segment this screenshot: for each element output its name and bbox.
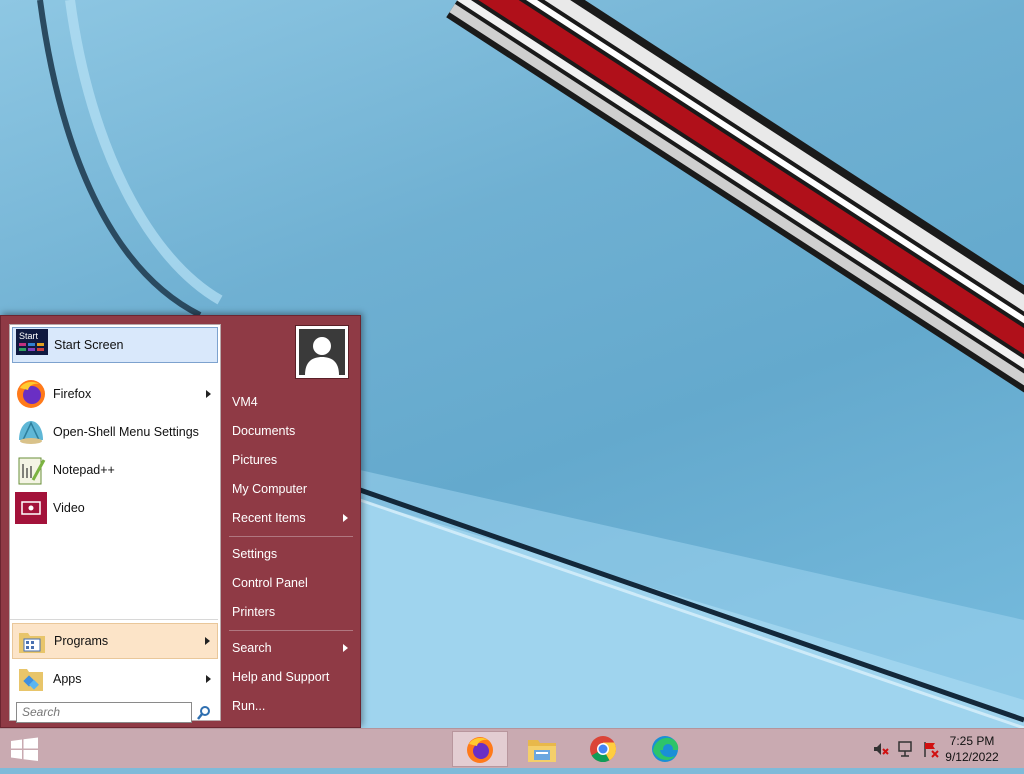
edge-icon xyxy=(652,736,679,762)
notepadpp-icon xyxy=(15,454,47,486)
svg-text:Start: Start xyxy=(19,331,39,341)
video-label: Video xyxy=(53,501,85,515)
start-screen-label: Start Screen xyxy=(54,338,124,352)
volume-muted-icon[interactable] xyxy=(872,740,890,758)
apps-item[interactable]: Apps xyxy=(12,661,218,697)
firefox-item[interactable]: Firefox xyxy=(12,376,218,412)
submenu-arrow-icon xyxy=(205,637,210,645)
system-clock[interactable]: 7:25 PM 9/12/2022 xyxy=(936,733,1008,765)
run-item[interactable]: Run... xyxy=(232,697,356,715)
taskbar-firefox[interactable] xyxy=(452,731,508,767)
user-avatar[interactable] xyxy=(295,325,349,379)
submenu-arrow-icon xyxy=(206,390,211,398)
submenu-arrow-icon xyxy=(343,514,348,522)
my-computer-item[interactable]: My Computer xyxy=(232,480,356,498)
start-search-input[interactable]: Search xyxy=(16,702,192,723)
start-screen-item[interactable]: Start Start Screen xyxy=(12,327,218,363)
firefox-icon xyxy=(15,378,47,410)
documents-item[interactable]: Documents xyxy=(232,422,356,440)
apps-label: Apps xyxy=(53,672,82,686)
programs-icon xyxy=(16,625,48,657)
firefox-label: Firefox xyxy=(53,387,92,401)
network-icon[interactable] xyxy=(897,740,915,758)
open-shell-settings-item[interactable]: Open-Shell Menu Settings xyxy=(12,414,218,450)
start-menu: Start Start Screen Firefox Open-Shell Me… xyxy=(0,315,361,728)
video-item[interactable]: Video xyxy=(12,490,218,526)
help-support-item[interactable]: Help and Support xyxy=(232,668,356,686)
programs-item[interactable]: Programs xyxy=(12,623,218,659)
left-pane-divider xyxy=(10,619,218,620)
taskbar-chrome[interactable] xyxy=(576,731,632,767)
recent-items-item[interactable]: Recent Items xyxy=(232,509,356,527)
user-silhouette-icon xyxy=(305,337,339,375)
file-explorer-icon xyxy=(528,740,556,762)
submenu-arrow-icon xyxy=(343,644,348,652)
submenu-arrow-icon xyxy=(206,675,211,683)
taskbar-file-explorer[interactable] xyxy=(514,731,570,767)
taskbar: 7:25 PM 9/12/2022 xyxy=(0,728,1024,768)
windows-logo-icon xyxy=(11,737,38,761)
settings-item[interactable]: Settings xyxy=(232,545,356,563)
right-pane-separator xyxy=(229,630,353,631)
pictures-item[interactable]: Pictures xyxy=(232,451,356,469)
start-menu-right-pane: VM4 Documents Pictures My Computer Recen… xyxy=(221,316,361,727)
taskbar-edge[interactable] xyxy=(638,731,694,767)
open-shell-settings-label: Open-Shell Menu Settings xyxy=(53,425,199,439)
clock-date: 9/12/2022 xyxy=(945,750,999,764)
search-item[interactable]: Search xyxy=(232,639,356,657)
printers-item[interactable]: Printers xyxy=(232,603,356,621)
search-icon[interactable] xyxy=(196,705,212,721)
start-menu-left-pane: Start Start Screen Firefox Open-Shell Me… xyxy=(9,324,221,723)
start-screen-icon: Start xyxy=(16,329,48,361)
notepadpp-label: Notepad++ xyxy=(53,463,115,477)
recent-items-label: Recent Items xyxy=(232,511,306,525)
programs-label: Programs xyxy=(54,634,109,648)
control-panel-item[interactable]: Control Panel xyxy=(232,574,356,592)
search-label: Search xyxy=(232,641,272,655)
start-button[interactable] xyxy=(0,729,48,769)
open-shell-icon xyxy=(15,416,47,448)
right-pane-separator xyxy=(229,536,353,537)
video-icon xyxy=(15,492,47,524)
firefox-icon xyxy=(467,737,493,763)
apps-icon xyxy=(15,663,47,695)
user-folder-item[interactable]: VM4 xyxy=(232,393,356,411)
chrome-icon xyxy=(590,736,617,763)
clock-time: 7:25 PM xyxy=(949,734,995,748)
notepadpp-item[interactable]: Notepad++ xyxy=(12,452,218,488)
